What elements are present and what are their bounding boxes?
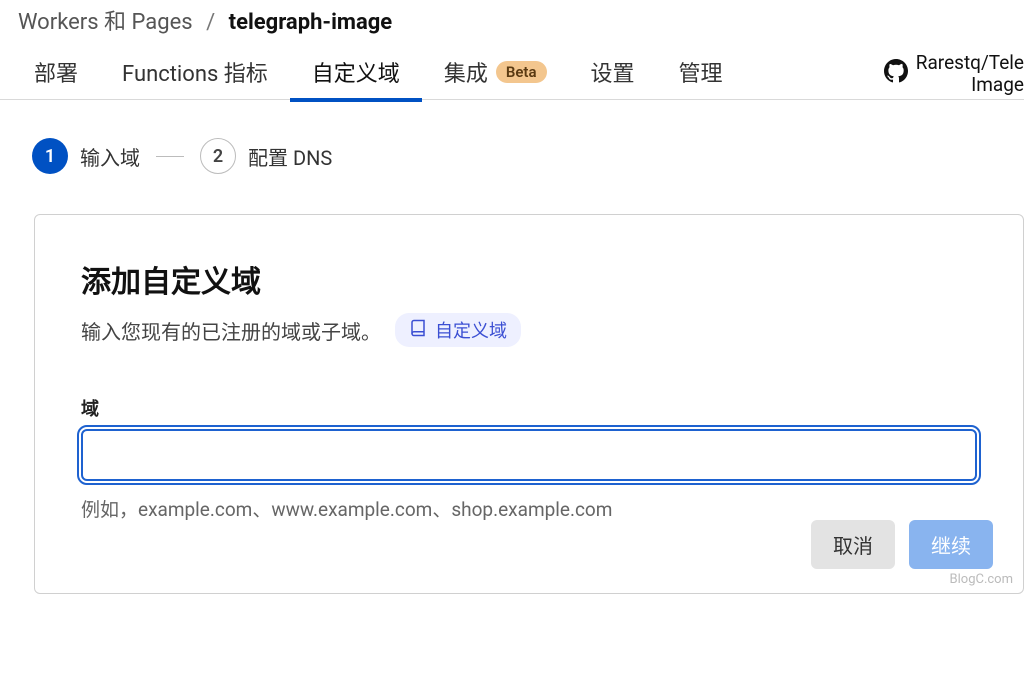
card-description: 输入您现有的已注册的域或子域。 — [81, 316, 381, 345]
watermark: BlogC.com — [950, 572, 1013, 587]
tab-settings[interactable]: 设置 — [569, 44, 657, 102]
github-icon — [884, 59, 908, 88]
content-area: 1 输入域 2 配置 DNS 添加自定义域 输入您现有的已注册的域或子域。 自定… — [0, 100, 1024, 594]
step-2-circle: 2 — [200, 138, 236, 174]
add-domain-card: 添加自定义域 输入您现有的已注册的域或子域。 自定义域 域 例如，example… — [34, 214, 1024, 594]
docs-link-custom-domain[interactable]: 自定义域 — [395, 313, 521, 347]
tab-deploy[interactable]: 部署 — [12, 44, 100, 102]
domain-field-label: 域 — [81, 395, 977, 421]
card-actions: 取消 继续 — [811, 520, 993, 569]
tab-integrations-label: 集成 — [444, 56, 488, 88]
docs-link-label: 自定义域 — [435, 317, 507, 343]
tab-custom-domain[interactable]: 自定义域 — [290, 44, 422, 102]
step-1-label: 输入域 — [80, 142, 140, 171]
tab-manage[interactable]: 管理 — [657, 44, 745, 102]
beta-badge: Beta — [496, 61, 547, 83]
breadcrumb: Workers 和 Pages / telegraph-image — [0, 0, 1024, 46]
step-2-label: 配置 DNS — [248, 142, 332, 171]
breadcrumb-root[interactable]: Workers 和 Pages — [18, 10, 193, 35]
step-1-circle: 1 — [32, 138, 68, 174]
step-2: 2 配置 DNS — [200, 138, 332, 174]
github-repo-name: Rarestq/TeleImage — [916, 52, 1024, 96]
cancel-button[interactable]: 取消 — [811, 520, 895, 569]
domain-hint: 例如，example.com、www.example.com、shop.exam… — [81, 495, 977, 522]
github-repo-link[interactable]: Rarestq/TeleImage — [884, 52, 1024, 96]
tab-bar: 部署 Functions 指标 自定义域 集成 Beta 设置 管理 Rares… — [0, 46, 1024, 100]
continue-button[interactable]: 继续 — [909, 520, 993, 569]
book-icon — [409, 319, 427, 342]
tab-integrations[interactable]: 集成 Beta — [422, 44, 569, 102]
step-indicator: 1 输入域 2 配置 DNS — [32, 138, 1024, 174]
breadcrumb-separator: / — [206, 10, 215, 35]
tab-functions-metrics[interactable]: Functions 指标 — [100, 44, 290, 102]
breadcrumb-current: telegraph-image — [229, 10, 393, 35]
step-1: 1 输入域 — [32, 138, 140, 174]
card-title: 添加自定义域 — [81, 257, 977, 301]
step-connector — [156, 156, 184, 157]
domain-input[interactable] — [81, 429, 977, 481]
